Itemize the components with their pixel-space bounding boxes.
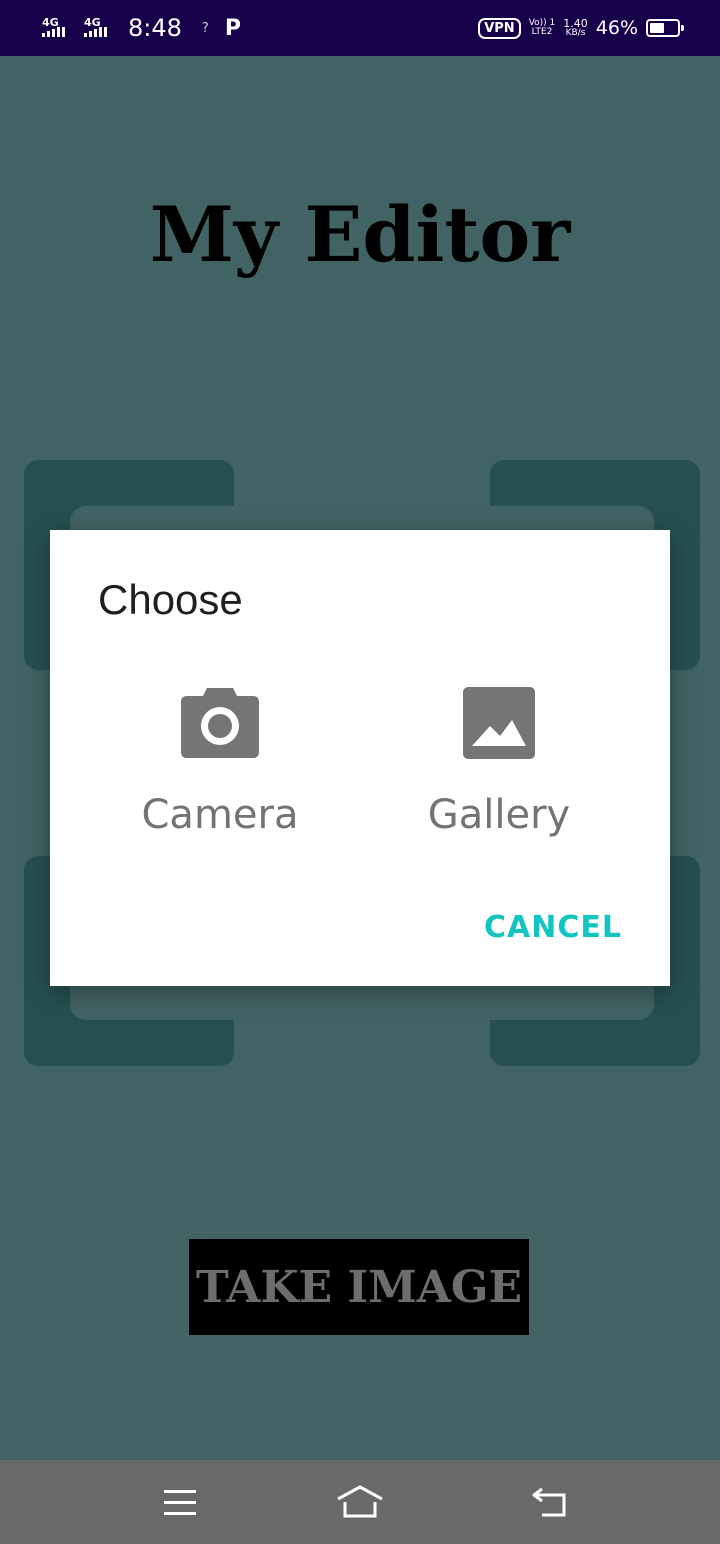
camera-option[interactable]: Camera <box>100 680 340 850</box>
signal-4g-1-icon: 4G <box>42 15 76 41</box>
data-speed: 1.40 KB/s <box>563 18 588 38</box>
clock: 8:48 <box>128 14 182 42</box>
cancel-button[interactable]: CANCEL <box>484 910 622 945</box>
vpn-badge: VPN <box>478 17 521 39</box>
choose-dialog: Choose Camera Gallery CANCEL <box>50 530 670 986</box>
status-bar: 4G 4G 8:48 ? P VPN Vo)) 1 LTE2 1.40 KB/s… <box>0 0 720 56</box>
back-icon[interactable] <box>520 1478 580 1526</box>
battery-percentage: 46% <box>595 17 638 39</box>
gallery-label: Gallery <box>427 792 571 838</box>
no-signal-icon: ? <box>201 20 209 36</box>
menu-icon[interactable] <box>150 1478 210 1526</box>
battery-icon <box>646 19 684 37</box>
camera-label: Camera <box>141 792 299 838</box>
navigation-bar <box>0 1460 720 1544</box>
volte-bottom: LTE2 <box>531 27 553 37</box>
image-icon <box>462 686 536 765</box>
volte-indicator: Vo)) 1 LTE2 <box>529 19 556 37</box>
gallery-option[interactable]: Gallery <box>379 680 619 850</box>
home-icon[interactable] <box>330 1478 390 1526</box>
dialog-title: Choose <box>98 576 243 623</box>
app-notification-icon: P <box>224 15 241 41</box>
signal-4g-2-icon: 4G <box>84 15 118 41</box>
camera-icon <box>179 686 261 765</box>
speed-unit: KB/s <box>565 28 586 38</box>
